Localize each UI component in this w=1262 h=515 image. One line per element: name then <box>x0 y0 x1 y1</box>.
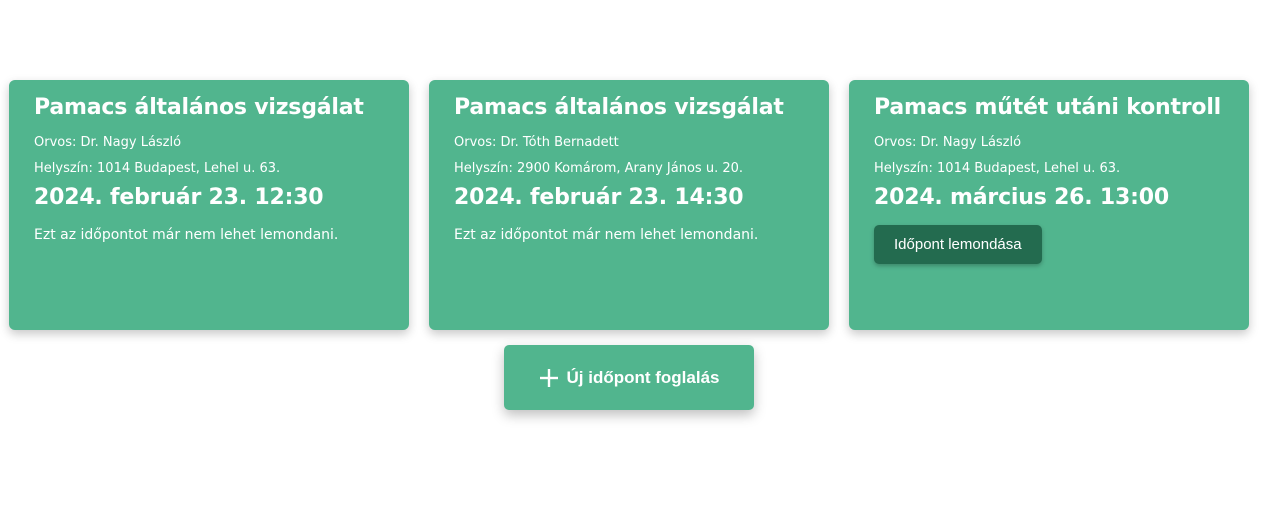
appointment-datetime: 2024. február 23. 14:30 <box>454 185 744 210</box>
appointment-doctor: Orvos: Dr. Tóth Bernadett <box>454 135 619 150</box>
appointment-title: Pamacs általános vizsgálat <box>34 95 364 120</box>
appointment-location: Helyszín: 1014 Budapest, Lehel u. 63. <box>34 161 281 176</box>
appointment-card: Pamacs általános vizsgálat Orvos: Dr. Na… <box>9 80 409 330</box>
appointment-doctor: Orvos: Dr. Nagy László <box>34 135 182 150</box>
appointment-card: Pamacs műtét utáni kontroll Orvos: Dr. N… <box>849 80 1249 330</box>
new-booking-label: Új időpont foglalás <box>566 367 720 387</box>
appointment-datetime: 2024. február 23. 12:30 <box>34 185 324 210</box>
appointment-card: Pamacs általános vizsgálat Orvos: Dr. Tó… <box>429 80 829 330</box>
appointment-cancel-note: Ezt az időpontot már nem lehet lemondani… <box>454 227 759 243</box>
appointment-title: Pamacs műtét utáni kontroll <box>874 95 1222 120</box>
cancel-appointment-button[interactable]: Időpont lemondása <box>874 225 1042 264</box>
appointments-page: Pamacs általános vizsgálat Orvos: Dr. Na… <box>0 0 1262 515</box>
appointment-title: Pamacs általános vizsgálat <box>454 95 784 120</box>
appointment-doctor: Orvos: Dr. Nagy László <box>874 135 1022 150</box>
appointment-datetime: 2024. március 26. 13:00 <box>874 185 1169 210</box>
appointment-location: Helyszín: 1014 Budapest, Lehel u. 63. <box>874 161 1121 176</box>
appointment-cards: Pamacs általános vizsgálat Orvos: Dr. Na… <box>9 80 1249 330</box>
appointment-location: Helyszín: 2900 Komárom, Arany János u. 2… <box>454 161 744 176</box>
appointment-cancel-note: Ezt az időpontot már nem lehet lemondani… <box>34 227 339 243</box>
new-booking-button[interactable]: Új időpont foglalás <box>504 345 754 410</box>
plus-icon <box>539 368 559 388</box>
